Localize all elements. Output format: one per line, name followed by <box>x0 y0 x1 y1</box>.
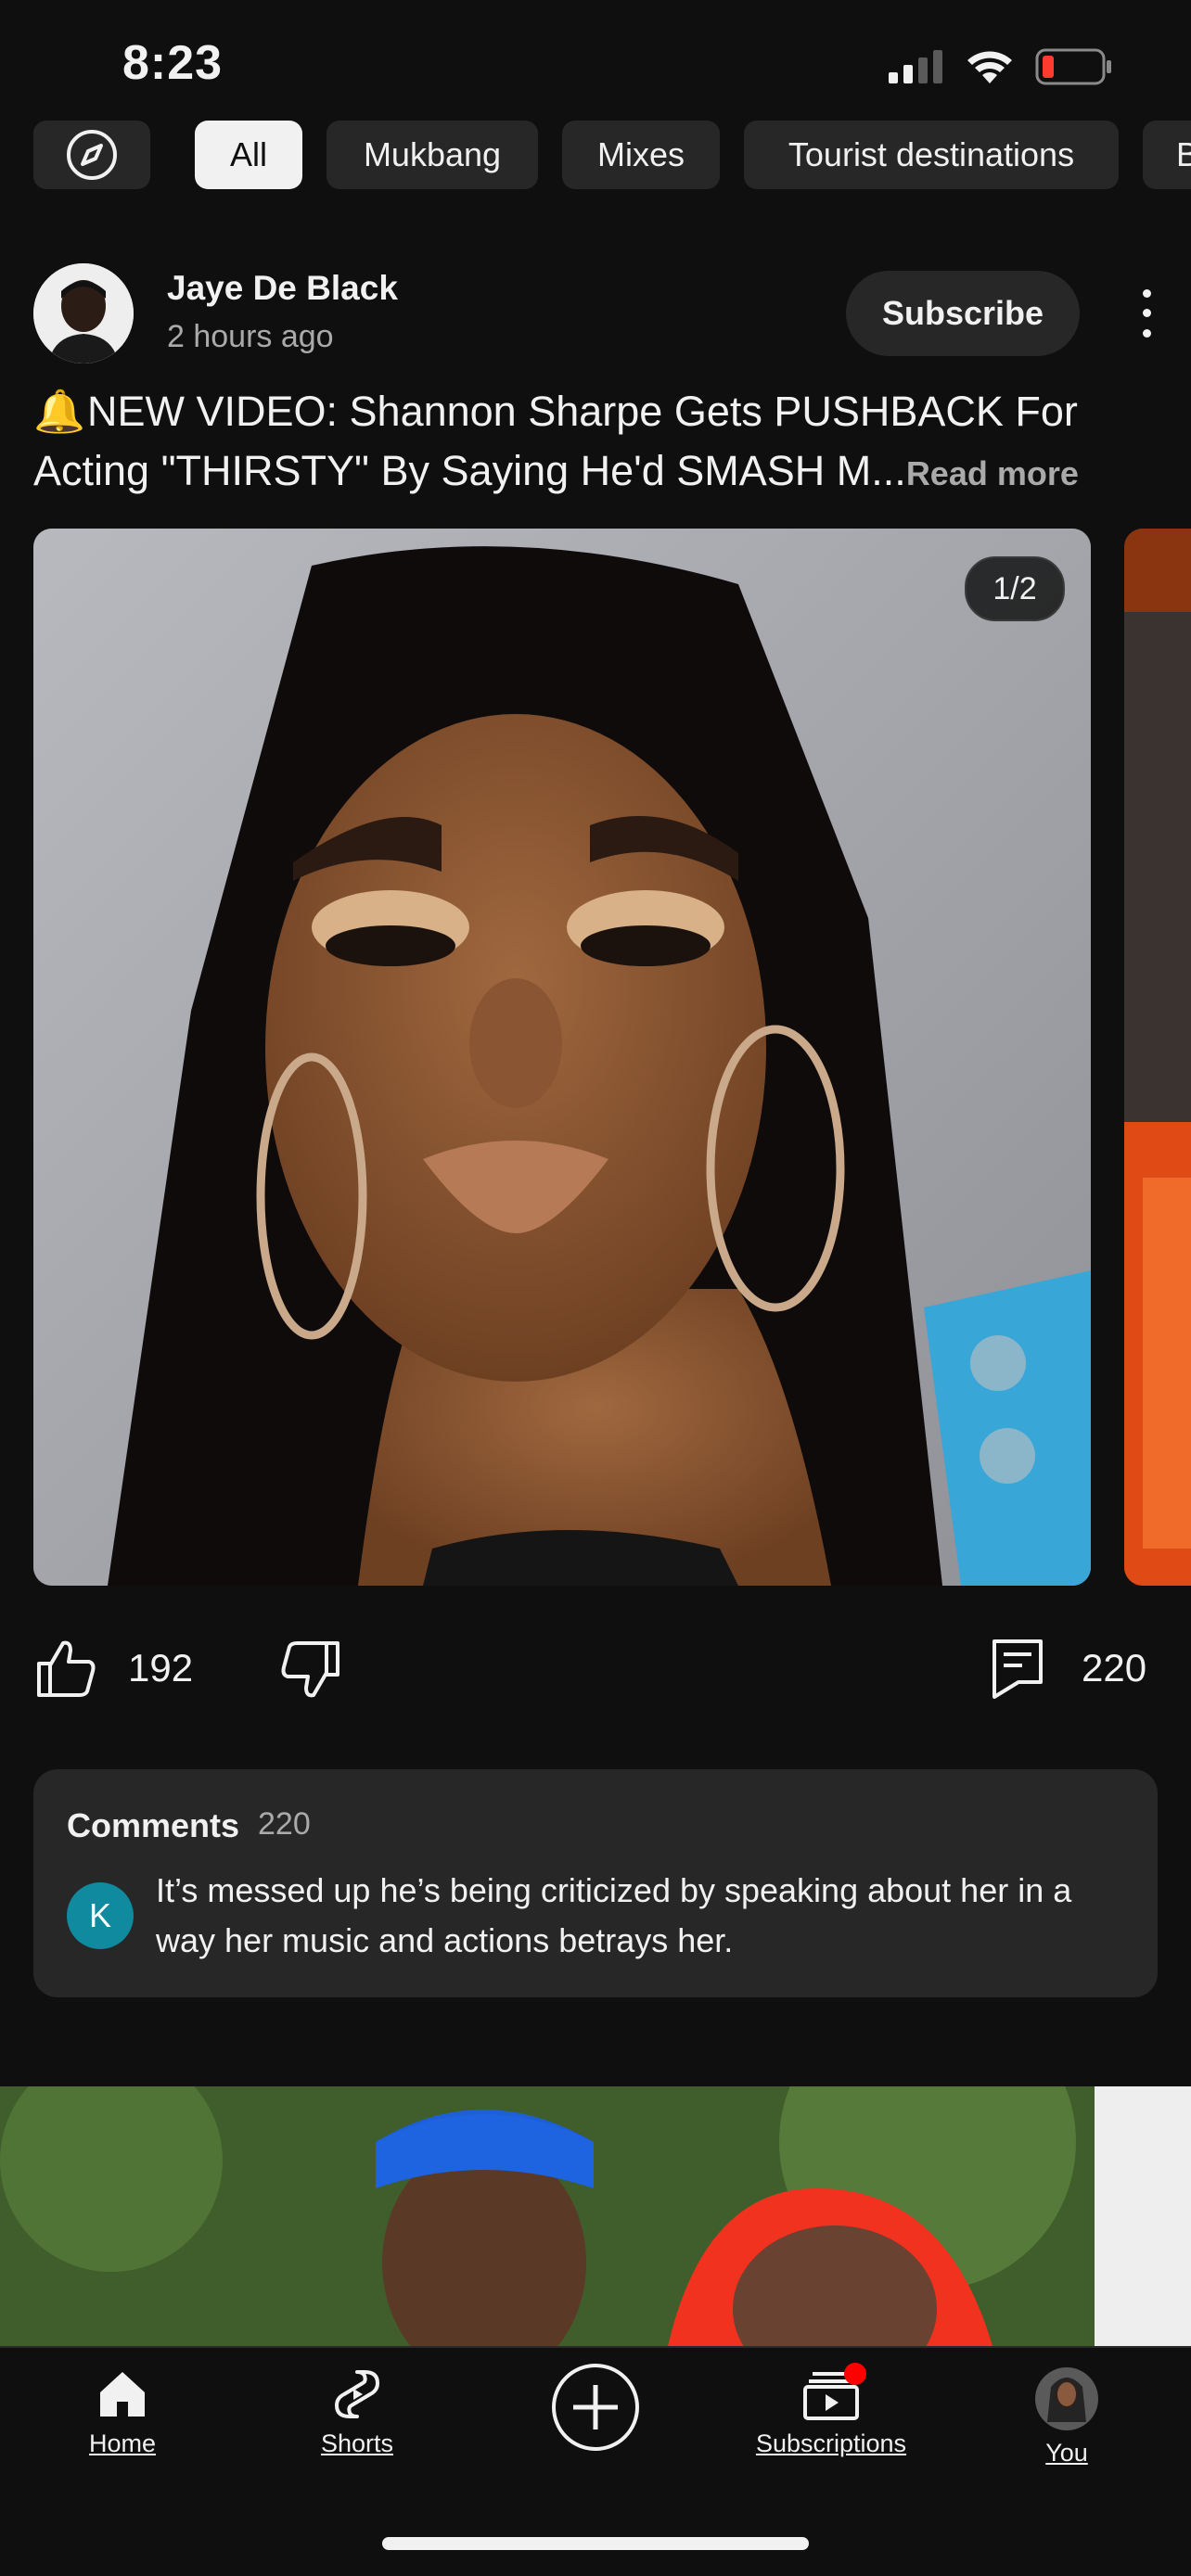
channel-name[interactable]: Jaye De Black <box>167 269 398 308</box>
next-post-image-preview[interactable] <box>0 2086 1191 2346</box>
nav-home[interactable]: Home <box>74 2366 171 2458</box>
shorts-icon <box>335 2370 379 2418</box>
home-indicator <box>382 2537 809 2550</box>
chip-mixes[interactable]: Mixes <box>562 121 720 189</box>
comments-preview-card[interactable]: Comments 220 K It’s messed up he’s being… <box>33 1769 1158 1997</box>
chip-partial[interactable]: B <box>1143 121 1191 189</box>
next-post-photo <box>0 2086 1191 2346</box>
wifi-icon <box>967 51 1012 83</box>
nav-create[interactable] <box>547 2361 644 2454</box>
nav-subscriptions-label: Subscriptions <box>755 2429 907 2457</box>
like-count: 192 <box>128 1646 194 1690</box>
nav-shorts[interactable]: Shorts <box>306 2366 408 2458</box>
comment-count: 220 <box>1082 1646 1147 1690</box>
youtube-home-feed: 8:23 All Mukbang Mixes Tourist destinati… <box>0 0 1191 2576</box>
post-image[interactable] <box>33 529 1091 1586</box>
nav-shorts-label: Shorts <box>320 2429 394 2457</box>
filter-chips: All Mukbang Mixes Tourist destinations B <box>0 121 1191 189</box>
nav-you-label: You <box>1045 2439 1088 2467</box>
chip-tourist-destinations[interactable]: Tourist destinations <box>744 121 1119 189</box>
home-icon <box>100 2372 145 2417</box>
status-bar: 8:23 <box>0 0 1191 130</box>
next-post-image[interactable] <box>1124 529 1191 1586</box>
channel-avatar[interactable] <box>33 263 134 363</box>
channel-avatar-image <box>33 263 134 363</box>
post-time: 2 hours ago <box>167 319 334 354</box>
battery-low-icon <box>1035 48 1111 85</box>
subscriptions-icon-wrap <box>801 2363 866 2422</box>
nav-you[interactable]: You <box>1030 2366 1104 2468</box>
nav-subscriptions[interactable]: Subscriptions <box>742 2363 920 2458</box>
comments-title: Comments <box>67 1806 240 1844</box>
comment-icon <box>992 1639 1043 1699</box>
commenter-avatar: K <box>67 1882 134 1949</box>
explore-chip[interactable] <box>33 121 150 189</box>
chip-all[interactable]: All <box>195 121 302 189</box>
comments-button[interactable]: 220 <box>991 1636 1146 1701</box>
explore-compass-icon <box>67 130 117 180</box>
notification-badge <box>844 2363 866 2385</box>
read-more-link[interactable]: Read more <box>906 454 1079 492</box>
chip-mukbang[interactable]: Mukbang <box>327 121 538 189</box>
create-plus-icon <box>552 2364 639 2451</box>
profile-avatar <box>1035 2367 1098 2430</box>
cellular-signal-icon <box>889 50 942 83</box>
status-indicators <box>889 48 1113 85</box>
status-time: 8:23 <box>122 36 224 90</box>
dislike-button[interactable] <box>278 1638 343 1702</box>
thumbs-down-icon <box>281 1641 339 1698</box>
thumbs-up-icon <box>37 1640 96 1697</box>
bell-emoji: 🔔 <box>33 388 86 435</box>
subscribe-button[interactable]: Subscribe <box>846 271 1080 356</box>
comments-count: 220 <box>258 1806 311 1842</box>
portrait-photo <box>33 529 1091 1586</box>
image-counter: 1/2 <box>965 556 1065 621</box>
top-comment-text: It’s messed up he’s being criticized by … <box>156 1871 1072 1959</box>
next-image-preview <box>1124 529 1191 1586</box>
nav-home-label: Home <box>88 2429 157 2457</box>
like-button[interactable]: 192 <box>33 1636 193 1701</box>
post-text[interactable]: 🔔NEW VIDEO: Shannon Sharpe Gets PUSHBACK… <box>33 382 1156 504</box>
more-options-icon[interactable] <box>1128 284 1165 343</box>
